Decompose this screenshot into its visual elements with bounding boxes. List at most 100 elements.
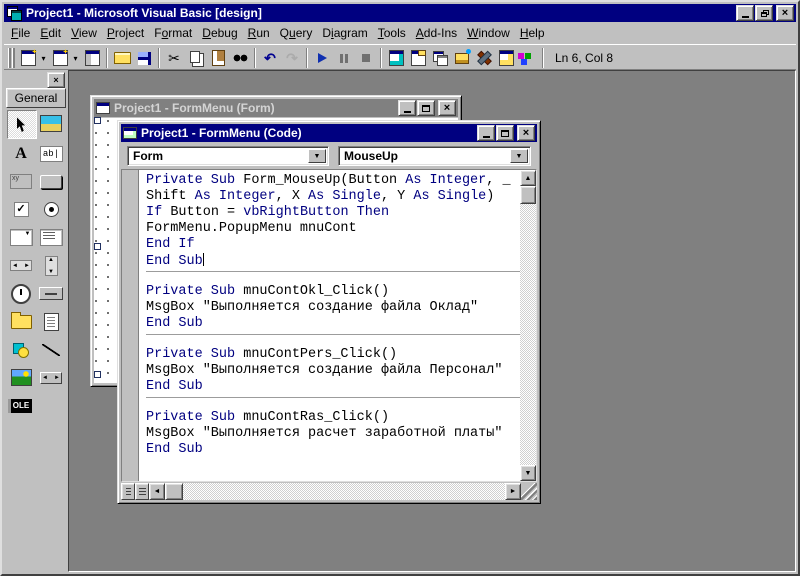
- menu-format[interactable]: Format: [149, 24, 197, 42]
- toolbox-hscrollbar[interactable]: ◄ ►: [7, 252, 35, 279]
- toolbox-checkbox[interactable]: [7, 196, 35, 223]
- horizontal-scrollbar[interactable]: ◄ ►: [149, 483, 521, 500]
- toolbox-line[interactable]: [37, 336, 65, 363]
- horizontal-scrollbar-thumb[interactable]: [165, 483, 183, 500]
- toolbox-icon[interactable]: [474, 48, 494, 68]
- menu-diagram[interactable]: Diagram: [317, 24, 372, 42]
- menu-editor-icon[interactable]: [82, 48, 102, 68]
- open-project-icon[interactable]: [112, 48, 132, 68]
- procedure-dropdown-button[interactable]: ▼: [510, 149, 528, 163]
- toolbar-grab-handle[interactable]: [8, 48, 15, 68]
- toolbox-picturebox[interactable]: [37, 110, 65, 137]
- resize-grip[interactable]: [521, 483, 537, 500]
- toolbox-timer[interactable]: [7, 280, 35, 307]
- scroll-right-icon[interactable]: ►: [505, 483, 521, 500]
- object-dropdown-button[interactable]: ▼: [308, 149, 326, 163]
- margin-indicator-bar[interactable]: [122, 170, 139, 481]
- scroll-left-icon[interactable]: ◄: [149, 483, 165, 500]
- vertical-scrollbar[interactable]: ▲ ▼: [520, 170, 536, 481]
- code-maximize-button[interactable]: [496, 125, 514, 141]
- close-button[interactable]: ×: [776, 5, 794, 21]
- toolbox-tab-general[interactable]: General: [6, 88, 66, 108]
- break-icon[interactable]: [334, 48, 354, 68]
- toolbox-label[interactable]: A: [7, 140, 35, 167]
- toolbar-separator: [542, 48, 544, 68]
- add-project-icon[interactable]: [18, 48, 38, 68]
- properties-window-icon[interactable]: [408, 48, 428, 68]
- procedure-dropdown[interactable]: MouseUp ▼: [338, 146, 531, 166]
- cut-icon[interactable]: [164, 48, 184, 68]
- object-dropdown[interactable]: Form ▼: [127, 146, 329, 166]
- scroll-up-icon[interactable]: ▲: [520, 170, 536, 186]
- code-line: MsgBox "Выполняется создание файла Персо…: [146, 363, 503, 378]
- menu-debug[interactable]: Debug: [197, 24, 242, 42]
- add-form-dropdown-icon[interactable]: ▾: [71, 54, 80, 63]
- selection-handle-bottom-left[interactable]: [94, 371, 101, 378]
- code-minimize-button[interactable]: [477, 125, 495, 141]
- procedure-dropdown-value: MouseUp: [344, 149, 398, 163]
- form-close-button[interactable]: ×: [438, 100, 456, 116]
- toolbox-image[interactable]: [7, 364, 35, 391]
- form-minimize-button[interactable]: [398, 100, 416, 116]
- menu-addins[interactable]: Add-Ins: [411, 24, 462, 42]
- start-icon[interactable]: [312, 48, 332, 68]
- menu-tools[interactable]: Tools: [373, 24, 411, 42]
- scroll-down-icon[interactable]: ▼: [520, 465, 536, 481]
- save-project-icon[interactable]: [134, 48, 154, 68]
- undo-icon[interactable]: [260, 48, 280, 68]
- menu-help[interactable]: Help: [515, 24, 550, 42]
- toolbox-pointer[interactable]: [7, 110, 37, 139]
- menu-view[interactable]: View: [66, 24, 102, 42]
- toolbox-listbox[interactable]: [37, 224, 65, 251]
- toolbox-ole[interactable]: OLE: [7, 392, 35, 419]
- menu-run[interactable]: Run: [243, 24, 275, 42]
- form-window-titlebar[interactable]: Project1 - FormMenu (Form) ×: [94, 99, 458, 117]
- selection-handle-middle-left[interactable]: [94, 243, 101, 250]
- form-layout-icon[interactable]: [430, 48, 450, 68]
- code-window[interactable]: Project1 - FormMenu (Code) × Form ▼ Mous…: [117, 120, 541, 504]
- procedure-view-button[interactable]: [121, 483, 135, 500]
- menu-file[interactable]: File: [6, 24, 35, 42]
- end-icon[interactable]: [356, 48, 376, 68]
- menu-window[interactable]: Window: [462, 24, 515, 42]
- add-form-icon[interactable]: [50, 48, 70, 68]
- toolbox-frame[interactable]: xy: [7, 168, 35, 195]
- vertical-scrollbar-track[interactable]: [520, 204, 536, 465]
- copy-icon[interactable]: [186, 48, 206, 68]
- code-window-titlebar[interactable]: Project1 - FormMenu (Code) ×: [121, 124, 537, 142]
- restore-button[interactable]: [755, 5, 773, 21]
- toolbox-dirlistbox[interactable]: [7, 308, 35, 335]
- menu-query[interactable]: Query: [275, 24, 318, 42]
- paste-icon[interactable]: [208, 48, 228, 68]
- toolbox-filelistbox[interactable]: [37, 308, 65, 335]
- toolbox-combobox[interactable]: [7, 224, 35, 251]
- menu-edit[interactable]: Edit: [35, 24, 66, 42]
- project-explorer-icon[interactable]: [386, 48, 406, 68]
- form-maximize-button[interactable]: [417, 100, 435, 116]
- code-close-button[interactable]: ×: [517, 125, 535, 141]
- horizontal-scrollbar-track[interactable]: [183, 483, 505, 500]
- code-line: End Sub: [146, 379, 203, 394]
- app-titlebar[interactable]: Project1 - Microsoft Visual Basic [desig…: [4, 4, 796, 22]
- toolbox-textbox[interactable]: ab|: [37, 140, 65, 167]
- code-editor[interactable]: Private Sub Form_MouseUp(Button As Integ…: [139, 170, 520, 481]
- toolbox-optionbutton[interactable]: [37, 196, 65, 223]
- toolbox-close-button[interactable]: ×: [47, 72, 65, 88]
- full-module-view-button[interactable]: [135, 483, 149, 500]
- data-view-icon[interactable]: [496, 48, 516, 68]
- minimize-button[interactable]: [736, 5, 754, 21]
- code-line: MsgBox "Выполняется расчет заработной пл…: [146, 426, 503, 441]
- redo-icon[interactable]: [282, 48, 302, 68]
- vertical-scrollbar-thumb[interactable]: [520, 186, 536, 204]
- menu-project[interactable]: Project: [102, 24, 149, 42]
- selection-handle-top-left[interactable]: [94, 117, 101, 124]
- toolbox-commandbutton[interactable]: [37, 168, 65, 195]
- toolbox-data[interactable]: ◄ ►: [37, 364, 65, 391]
- add-project-dropdown-icon[interactable]: ▾: [39, 54, 48, 63]
- object-browser-icon[interactable]: [452, 48, 472, 68]
- toolbox-vscrollbar[interactable]: ▲ ▼: [37, 252, 65, 279]
- find-icon[interactable]: [230, 48, 250, 68]
- toolbox-drivelistbox[interactable]: [37, 280, 65, 307]
- component-manager-icon[interactable]: [518, 48, 538, 68]
- toolbox-shape[interactable]: [7, 336, 35, 363]
